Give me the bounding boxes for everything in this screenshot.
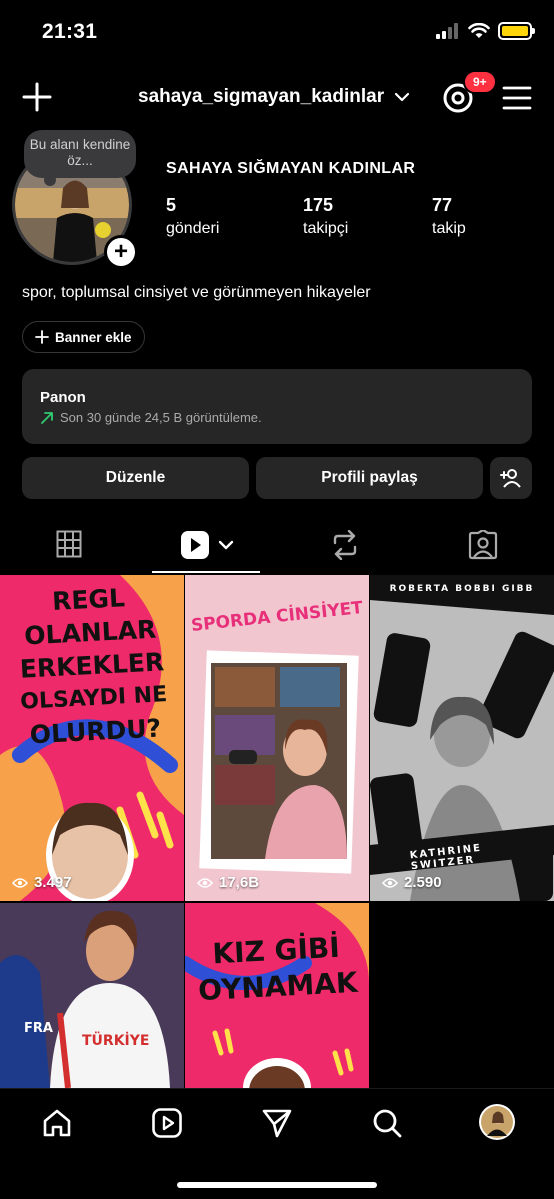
- view-count: 2.590: [382, 874, 442, 891]
- tab-reposts[interactable]: [276, 524, 414, 572]
- send-icon: [262, 1109, 292, 1138]
- reel-thumbnail[interactable]: TÜRKİYE FRA: [0, 903, 184, 1088]
- reels-icon: [152, 1108, 182, 1138]
- stat-posts: 5 gönderi: [166, 195, 220, 237]
- signal-icon: [436, 23, 458, 39]
- view-count: 3.497: [12, 874, 72, 891]
- chevron-down-icon: [394, 92, 410, 102]
- nav-search[interactable]: [369, 1105, 405, 1141]
- profile-avatar-icon: [479, 1104, 515, 1140]
- professional-dashboard[interactable]: Panon Son 30 günde 24,5 B görüntüleme.: [22, 369, 532, 444]
- add-banner-button[interactable]: Banner ekle: [22, 321, 145, 353]
- add-story-plus-icon[interactable]: +: [104, 235, 138, 269]
- note-bubble[interactable]: Bu alanı kendine öz...: [24, 130, 136, 186]
- eye-icon: [12, 877, 28, 888]
- dashboard-title: Panon: [40, 389, 86, 406]
- dashboard-subtitle: Son 30 günde 24,5 B görüntüleme.: [60, 410, 262, 425]
- repost-icon: [333, 530, 357, 560]
- home-icon: [43, 1109, 71, 1137]
- menu-icon[interactable]: [502, 86, 532, 110]
- tab-tagged[interactable]: [414, 524, 552, 572]
- stat-followers[interactable]: 175 takipçi: [303, 195, 348, 238]
- search-icon: [373, 1109, 402, 1138]
- reel-image: [0, 903, 184, 1088]
- reel-thumbnail[interactable]: KIZ GİBİ OYNAMAK: [185, 903, 369, 1088]
- status-time: 21:31: [42, 20, 98, 43]
- wifi-icon: [468, 23, 490, 38]
- nav-profile[interactable]: [478, 1103, 516, 1141]
- username: sahaya_sigmayan_kadinlar: [138, 86, 385, 107]
- bio: spor, toplumsal cinsiyet ve görünmeyen h…: [22, 284, 371, 301]
- edit-profile-button[interactable]: Düzenle: [22, 457, 249, 499]
- create-plus-icon[interactable]: [22, 82, 52, 112]
- home-indicator: [177, 1182, 377, 1188]
- share-profile-button[interactable]: Profili paylaş: [256, 457, 483, 499]
- reel-thumbnail[interactable]: SPORDA CİNSİYET 17,6B: [185, 575, 369, 901]
- nav-home[interactable]: [39, 1105, 75, 1141]
- nav-reels[interactable]: [149, 1105, 185, 1141]
- notification-badge: 9+: [463, 70, 497, 94]
- status-icons: [436, 22, 535, 40]
- reels-icon: [181, 531, 234, 559]
- tab-grid[interactable]: [0, 524, 138, 572]
- add-person-icon: [500, 469, 521, 488]
- account-switcher[interactable]: sahaya_sigmayan_kadinlar: [138, 86, 410, 108]
- plus-icon: [35, 330, 49, 344]
- discover-people-button[interactable]: [490, 457, 532, 499]
- view-count: 17,6B: [197, 874, 259, 891]
- reel-thumbnail[interactable]: ROBERTA BOBBI GIBB KATHRINE SWITZER 2.59…: [370, 575, 554, 901]
- reel-thumbnail[interactable]: REGL OLANLAR ERKEKLER OLSAYDI NE OLURDU?…: [0, 575, 184, 901]
- nav-messages[interactable]: [259, 1105, 295, 1141]
- full-name: SAHAYA SIĞMAYAN KADINLAR: [166, 160, 416, 177]
- active-tab-indicator: [152, 571, 260, 573]
- tab-reels[interactable]: [138, 524, 276, 572]
- eye-icon: [197, 877, 213, 888]
- tagged-person-icon: [468, 530, 498, 560]
- stat-following[interactable]: 77 takip: [432, 195, 466, 238]
- trend-up-icon: [41, 411, 53, 424]
- eye-icon: [382, 877, 398, 888]
- battery-icon: [498, 22, 535, 40]
- grid-icon: [56, 530, 82, 558]
